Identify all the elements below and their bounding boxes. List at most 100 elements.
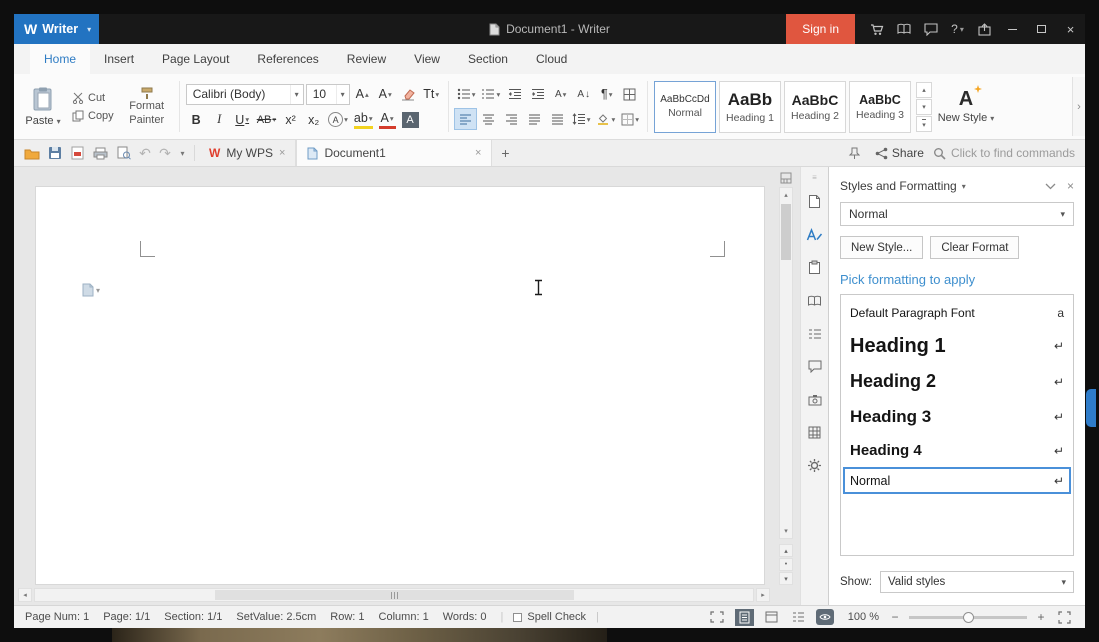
highlight-button[interactable]: ab ▾ [352, 110, 375, 130]
redo-button[interactable]: ↷ [155, 140, 175, 166]
bold-button[interactable]: B [186, 110, 207, 130]
list-item-normal-selected[interactable]: Normal ↵ [843, 467, 1071, 494]
zoom-percent[interactable]: 100 % [848, 611, 879, 623]
tab-my-wps[interactable]: W My WPS × [199, 140, 297, 166]
gallery-scroll-up-button[interactable]: ▴ [915, 81, 932, 98]
horizontal-scrollbar[interactable]: ◂ ▸ [18, 588, 770, 602]
new-style-button[interactable]: New Style... [840, 236, 924, 259]
hidden-sidebar-handle[interactable] [1086, 389, 1096, 427]
grow-font-button[interactable]: A ▴ [352, 84, 373, 104]
paste-button[interactable]: Paste ▾ [20, 77, 66, 136]
screenshot-panel-button[interactable] [801, 383, 828, 416]
eye-protection-mode-button[interactable] [815, 609, 834, 625]
clear-format-button[interactable]: Clear Format [930, 236, 1020, 259]
undo-button[interactable]: ↶ [135, 140, 155, 166]
shading-button[interactable]: ▾ [594, 109, 617, 129]
print-preview-button[interactable] [112, 140, 135, 166]
clear-formatting-button[interactable] [398, 84, 419, 104]
superscript-button[interactable]: x² [280, 110, 301, 130]
scroll-left-button[interactable]: ◂ [18, 588, 32, 602]
change-case-button[interactable]: Tt ▾ [421, 84, 442, 104]
underline-button[interactable]: U ▾ [232, 110, 253, 130]
decrease-indent-button[interactable] [504, 84, 525, 104]
numbering-button[interactable]: ▾ [479, 84, 502, 104]
scroll-right-button[interactable]: ▸ [756, 588, 770, 602]
sort-button[interactable]: A ↓ [573, 84, 594, 104]
app-menu-button[interactable]: W Writer ▾ [14, 14, 100, 44]
line-spacing-button[interactable]: ▾ [570, 109, 593, 129]
print-layout-view-button[interactable] [734, 608, 754, 626]
navigation-panel-button[interactable] [801, 317, 828, 350]
save-button[interactable] [43, 140, 66, 166]
settings-button[interactable] [801, 449, 828, 482]
zoom-slider-knob[interactable] [962, 611, 974, 623]
horizontal-scroll-track[interactable] [34, 588, 754, 602]
style-heading1-cell[interactable]: AaBb Heading 1 [718, 80, 781, 133]
help-button[interactable]: ? ▾ [944, 14, 971, 44]
previous-page-button[interactable]: ▴ [779, 544, 793, 557]
feedback-button[interactable] [917, 14, 944, 44]
styles-formatting-panel-button[interactable] [801, 218, 828, 251]
next-page-button[interactable]: ▾ [779, 572, 793, 585]
new-style-button[interactable]: A New Style ▾ [935, 85, 997, 124]
zoom-out-button[interactable]: − [889, 610, 901, 624]
zoom-in-button[interactable]: + [1035, 610, 1047, 624]
list-item-heading1[interactable]: Heading 1 ↵ [843, 328, 1071, 364]
character-shading-button[interactable]: A [400, 110, 421, 130]
italic-button[interactable]: I [209, 110, 230, 130]
outline-view-button[interactable] [789, 609, 808, 626]
enclosed-character-button[interactable]: A ▾ [326, 110, 350, 130]
vertical-scroll-thumb[interactable] [781, 204, 791, 260]
cut-button[interactable]: Cut [69, 91, 117, 105]
tab-view[interactable]: View [400, 44, 454, 74]
customize-quickbar-button[interactable]: ▾ [175, 140, 190, 166]
document-panel-button[interactable] [801, 185, 828, 218]
tab-review[interactable]: Review [333, 44, 400, 74]
tab-home[interactable]: Home [30, 44, 91, 74]
share-button[interactable]: Share [875, 146, 924, 160]
spell-check-checkbox[interactable] [513, 612, 523, 622]
align-left-button[interactable] [453, 108, 477, 130]
fit-page-button[interactable] [1055, 609, 1074, 626]
show-formatting-marks-button[interactable]: ¶ ▾ [596, 84, 617, 104]
maximize-button[interactable] [1027, 14, 1056, 44]
bullets-button[interactable]: ▾ [455, 84, 478, 104]
align-right-button[interactable] [501, 109, 522, 129]
templates-button[interactable] [890, 14, 917, 44]
strikethrough-button[interactable]: AB ▾ [255, 110, 278, 130]
subscript-button[interactable]: x₂ [303, 110, 324, 130]
style-normal-cell[interactable]: AaBbCcDd Normal [653, 80, 716, 133]
spell-check-toggle[interactable]: Spell Check [513, 611, 586, 623]
gallery-scroll-down-button[interactable]: ▾ [915, 98, 932, 115]
tab-section[interactable]: Section [454, 44, 522, 74]
collapse-panel-icon[interactable] [1045, 183, 1056, 190]
increase-indent-button[interactable] [527, 84, 548, 104]
scroll-down-button[interactable]: ▾ [780, 524, 792, 538]
gallery-more-button[interactable]: ▾ [915, 115, 932, 132]
shrink-font-button[interactable]: A ▾ [375, 84, 396, 104]
font-color-button[interactable]: A ▾ [377, 110, 398, 130]
style-heading3-cell[interactable]: AaBbC Heading 3 [848, 80, 911, 133]
style-heading2-cell[interactable]: AaBbC Heading 2 [783, 80, 846, 133]
table-panel-button[interactable] [801, 416, 828, 449]
sign-in-button[interactable]: Sign in [786, 14, 855, 44]
ribbon-expand-button[interactable]: › [1072, 77, 1085, 136]
store-cart-button[interactable] [863, 14, 890, 44]
open-button[interactable] [20, 140, 43, 166]
font-size-combo[interactable]: 10 ▾ [305, 83, 350, 105]
list-item-heading2[interactable]: Heading 2 ↵ [843, 364, 1071, 399]
list-item-heading3[interactable]: Heading 3 ↵ [843, 399, 1071, 434]
web-layout-view-button[interactable] [762, 609, 781, 626]
tab-document1[interactable]: Document1 × [296, 140, 493, 166]
ruler-toggle-button[interactable] [779, 171, 793, 185]
zoom-slider[interactable] [909, 609, 1027, 626]
fullscreen-view-button[interactable] [708, 609, 727, 626]
list-item-heading4[interactable]: Heading 4 ↵ [843, 434, 1071, 467]
page-settings-button[interactable]: ▾ [82, 283, 100, 297]
distribute-button[interactable] [547, 109, 568, 129]
pick-formatting-link[interactable]: Pick formatting to apply [840, 272, 1074, 287]
asian-layout-button[interactable]: A ▾ [550, 84, 571, 104]
document-canvas[interactable]: ▾ ▴ ▾ ▴ • ▾ ◂ ▸ [14, 167, 800, 605]
copy-button[interactable]: Copy [69, 109, 117, 123]
horizontal-scroll-thumb[interactable] [214, 590, 574, 600]
